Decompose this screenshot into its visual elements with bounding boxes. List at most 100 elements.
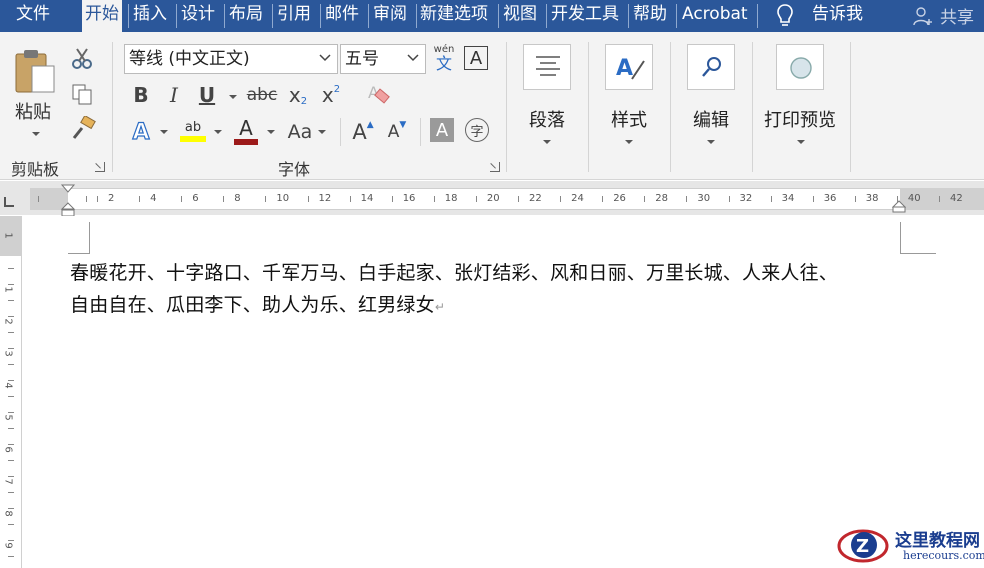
tab-insert[interactable]: 插入 [133,0,167,32]
paragraph-button[interactable]: 段落 [523,44,571,154]
tab-view[interactable]: 视图 [503,0,537,32]
group-divider [506,42,507,172]
tab-review[interactable]: 审阅 [373,0,407,32]
share-button[interactable]: 共享 [940,3,974,28]
document-text-line-2[interactable]: 自由自在、瓜田李下、助人为乐、红男绿女↵ [70,290,445,317]
group-divider [340,118,341,146]
vertical-ruler-tick [8,508,14,509]
font-color-dropdown-arrow[interactable] [267,130,275,134]
copy-icon[interactable] [70,82,94,106]
ruler-number: 36 [823,193,837,204]
change-case-dropdown-arrow[interactable] [318,130,326,134]
vertical-ruler-number: 1 [2,232,14,239]
tell-me-label[interactable]: 告诉我 [812,0,863,32]
vertical-ruler-tick [8,492,14,493]
ruler-tick [896,196,898,202]
clipboard-dialog-launcher[interactable] [95,162,105,172]
styles-button[interactable]: A 样式 [605,44,653,154]
ruler-strip [30,188,984,210]
shrink-font-button[interactable]: A ▼ [384,118,410,146]
vertical-ruler-tick [8,268,14,269]
text-effects-dropdown-arrow[interactable] [160,130,168,134]
strikethrough-button[interactable]: abc [246,82,278,108]
ruler-tick [86,196,87,202]
tab-file[interactable]: 文件 [16,0,50,32]
ruler-number: 24 [571,193,584,204]
highlight-dropdown-arrow[interactable] [214,130,222,134]
right-indent-marker-icon[interactable] [892,199,906,213]
tab-mailings[interactable]: 邮件 [325,0,359,32]
subscript-button[interactable]: x2 [285,82,311,108]
tab-stop-selector-icon[interactable] [4,197,14,207]
grow-font-glyph: A [352,120,367,144]
print-preview-circle-icon [790,57,812,79]
ruler-tick [181,196,183,202]
editing-button[interactable]: 编辑 [687,44,735,154]
paste-button[interactable]: 粘贴 [15,98,51,124]
enclose-characters-button[interactable]: 字 [465,118,489,142]
vertical-ruler-tick [8,556,14,557]
print-preview-button[interactable]: 打印预览 [763,44,839,154]
character-border-button[interactable]: A [464,46,488,70]
cut-scissors-icon[interactable] [70,46,94,70]
font-name-select[interactable]: 等线 (中文正文) [124,44,338,74]
share-person-icon[interactable] [912,5,934,27]
font-size-select[interactable]: 五号 [340,44,426,74]
bold-button[interactable]: B [130,82,152,108]
tab-developer[interactable]: 开发工具 [551,0,619,32]
underline-dropdown-arrow[interactable] [229,95,237,99]
tab-acrobat[interactable]: Acrobat [682,0,748,32]
italic-button[interactable]: I [163,82,185,108]
horizontal-ruler[interactable]: 2 4 6 8 10 12 14 16 18 20 22 24 26 28 30 32 34 36 38 40 42 [0,181,984,217]
clear-formatting-icon[interactable]: A [364,80,392,108]
ruler-tick [854,196,856,202]
vertical-ruler-tick [8,396,14,397]
superscript-button[interactable]: x2 [318,82,344,108]
tab-references[interactable]: 引用 [277,0,311,32]
highlight-button[interactable]: ab [178,116,208,146]
watermark-title: 这里教程网 [895,531,980,551]
underline-button[interactable]: U [196,82,218,108]
group-divider [850,42,851,172]
svg-text:A: A [616,56,633,81]
indent-markers-icon[interactable] [60,183,76,217]
ruler-tick [475,196,477,202]
ruler-tick [770,196,772,202]
lightbulb-icon[interactable] [774,2,796,28]
paste-dropdown-arrow[interactable] [32,132,40,136]
character-shading-button[interactable]: A [430,118,454,142]
font-color-button[interactable]: A [232,116,260,146]
grow-font-button[interactable]: A ▲ [350,118,376,146]
subscript-x: x [288,83,301,107]
ruler-tick [433,196,435,202]
vertical-ruler-number: 4 [2,382,14,389]
styles-dropdown-arrow [625,140,633,144]
document-text-line-1[interactable]: 春暖花开、十字路口、千军万马、白手起家、张灯结彩、风和日丽、万里长城、人来人往、 [70,258,838,285]
vertical-ruler-tick [8,284,14,285]
vertical-ruler-tick [8,460,14,461]
format-painter-icon[interactable] [70,116,96,140]
font-group-label: 字体 [278,160,311,179]
vertical-ruler-number: 8 [2,510,14,517]
tab-new-options[interactable]: 新建选项 [420,0,488,32]
vertical-ruler-tick [8,332,14,333]
tab-separator [272,4,273,28]
paste-clipboard-icon[interactable] [12,46,58,96]
vertical-ruler-tick [8,540,14,541]
tab-separator [676,4,677,28]
tab-help[interactable]: 帮助 [633,0,667,32]
change-case-button[interactable]: Aa [283,118,317,146]
text-effects-button[interactable]: A [128,118,154,146]
tab-design[interactable]: 设计 [181,0,215,32]
group-divider [112,42,113,172]
vertical-ruler-tick [8,300,14,301]
shrink-arrow-icon: ▼ [399,120,407,130]
ruler-tick [560,196,562,202]
phonetic-guide-button[interactable]: wén 文 [430,44,458,74]
margin-corner-top-right [900,222,936,254]
font-dialog-launcher[interactable] [490,162,500,172]
search-magnifier-icon [702,57,721,77]
tab-home[interactable]: 开始 [82,0,122,34]
paragraph-label: 段落 [529,110,565,131]
tab-layout[interactable]: 布局 [229,0,263,32]
